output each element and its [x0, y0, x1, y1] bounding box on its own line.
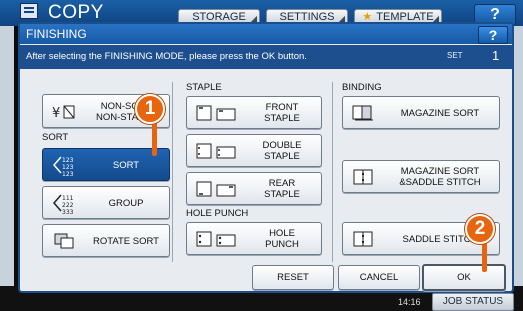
instruction-message: After selecting the FINISHING MODE, plea… [26, 51, 307, 62]
clock-time: 14:16 [398, 297, 421, 307]
svg-text:111: 111 [62, 195, 74, 202]
sort-label: SORT [112, 160, 140, 171]
sort-button[interactable]: 123 123 123 SORT [42, 148, 170, 181]
rotate-sort-label: ROTATE SORT [93, 236, 159, 247]
rear-staple-icon [196, 181, 236, 197]
group-button[interactable]: 111 222 333 GROUP [42, 186, 170, 219]
job-status-button[interactable]: JOB STATUS [432, 293, 514, 311]
dialog-titlebar: FINISHING ? [20, 24, 512, 44]
svg-text:222: 222 [62, 202, 74, 209]
instruction-bar: After selecting the FINISHING MODE, plea… [20, 45, 512, 69]
binding-section-label: BINDING [342, 82, 382, 93]
front-staple-icon [196, 105, 236, 121]
rear-staple-label: REAR STAPLE [264, 178, 300, 200]
rotate-sort-icon [54, 233, 74, 249]
hole-punch-section-label: HOLE PUNCH [186, 208, 249, 219]
sort-section-label: SORT [42, 132, 69, 143]
ok-label: OK [457, 272, 471, 283]
cancel-button[interactable]: CANCEL [338, 265, 420, 290]
rear-staple-button[interactable]: REAR STAPLE [186, 172, 322, 205]
double-staple-label: DOUBLE STAPLE [262, 140, 302, 162]
copy-icon [20, 3, 38, 19]
hole-punch-button[interactable]: HOLE PUNCH [186, 222, 322, 255]
reset-label: RESET [277, 272, 309, 283]
dialog-title: FINISHING [26, 27, 87, 41]
front-staple-label: FRONT STAPLE [264, 102, 300, 124]
double-staple-button[interactable]: DOUBLE STAPLE [186, 134, 322, 167]
ok-button[interactable]: OK [422, 264, 506, 291]
finishing-dialog: FINISHING ? After selecting the FINISHIN… [18, 22, 514, 293]
svg-text:123: 123 [62, 164, 74, 171]
hole-punch-label: HOLE PUNCH [265, 228, 299, 250]
set-label: SET [447, 51, 463, 60]
reset-button[interactable]: RESET [252, 265, 334, 290]
saddle-stitch-book-icon [353, 169, 373, 185]
background-panel-left [0, 26, 14, 286]
hole-punch-icon [196, 231, 236, 247]
magazine-sort-label: MAGAZINE SORT [400, 108, 480, 119]
set-count: 1 [492, 48, 500, 63]
cancel-label: CANCEL [359, 272, 399, 283]
magazine-sort-saddle-stitch-label: MAGAZINE SORT &SADDLE STITCH [399, 166, 481, 188]
column-divider [172, 82, 173, 262]
svg-text:123: 123 [62, 157, 74, 164]
dialog-help-button[interactable]: ? [478, 26, 508, 44]
sort-icon: 123 123 123 [53, 156, 74, 176]
svg-text:333: 333 [62, 209, 74, 214]
staple-section-label: STAPLE [186, 82, 222, 93]
magazine-sort-icon [352, 105, 373, 121]
svg-text:123: 123 [62, 171, 74, 176]
svg-text:¥: ¥ [52, 106, 60, 120]
double-staple-icon [196, 143, 236, 159]
saddle-stitch-icon [353, 231, 373, 247]
copy-title: COPY [48, 2, 104, 23]
front-staple-button[interactable]: FRONT STAPLE [186, 96, 322, 129]
group-label: GROUP [108, 198, 144, 209]
rotate-sort-button[interactable]: ROTATE SORT [42, 224, 170, 257]
callout-1-badge: 1 [135, 94, 165, 124]
magazine-sort-saddle-stitch-button[interactable]: MAGAZINE SORT &SADDLE STITCH [342, 160, 500, 193]
column-divider [332, 82, 333, 262]
non-sort-icon: ¥ [52, 105, 75, 120]
group-icon: 111 222 333 [53, 194, 74, 214]
callout-2-badge: 2 [465, 214, 495, 244]
magazine-sort-button[interactable]: MAGAZINE SORT [342, 96, 500, 129]
